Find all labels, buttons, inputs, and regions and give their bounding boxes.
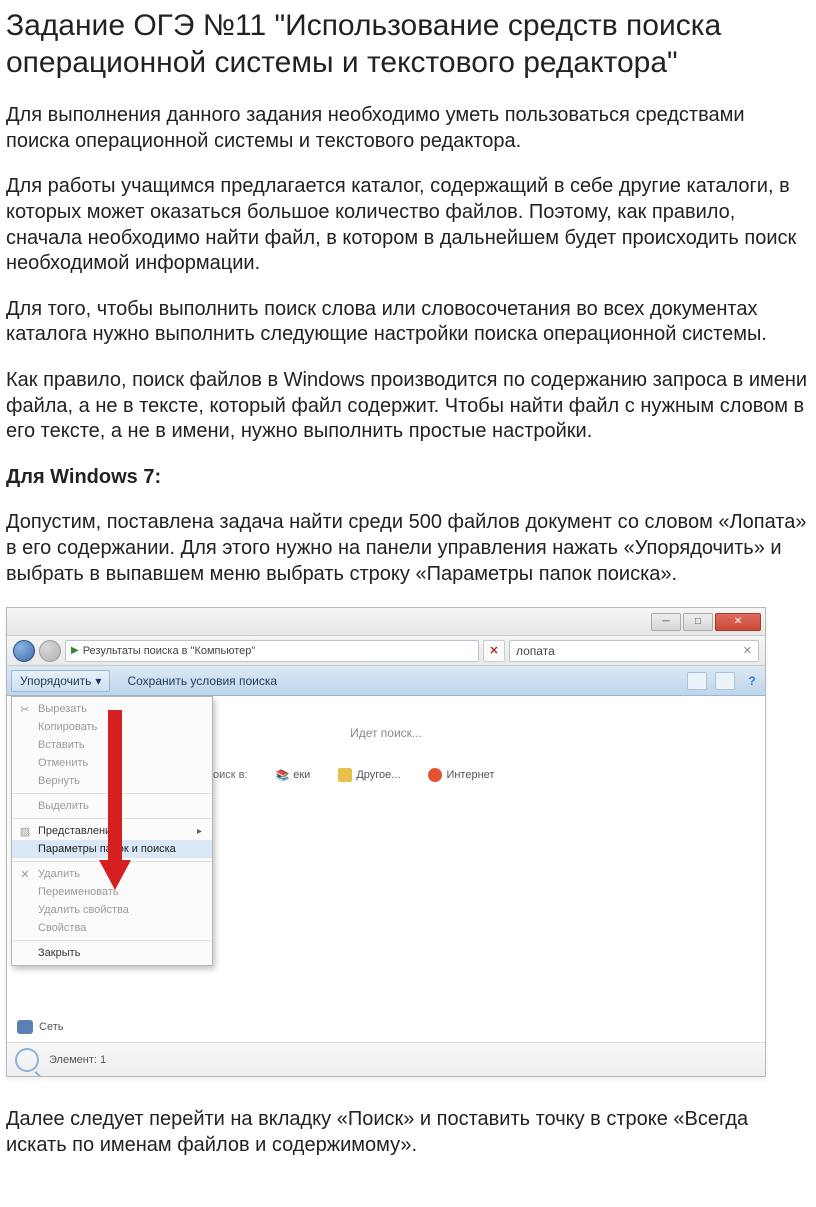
paragraph: Для работы учащимся предлагается каталог… [6, 174, 810, 276]
toolbar: Упорядочить ▾ Сохранить условия поиска ? [7, 666, 765, 696]
search-input[interactable]: лопата ✕ [509, 640, 759, 662]
menu-remove-props[interactable]: Удалить свойства [12, 901, 212, 919]
searching-label: Идет поиск... [350, 726, 422, 740]
clear-icon[interactable]: ✕ [743, 644, 752, 657]
folder-icon [338, 768, 352, 782]
maximize-button[interactable]: □ [683, 613, 713, 631]
paragraph: Для выполнения данного задания необходим… [6, 103, 810, 154]
delete-icon: ✕ [18, 868, 32, 881]
breadcrumb-label: Результаты поиска в "Компьютер" [83, 645, 256, 657]
save-search-button[interactable]: Сохранить условия поиска [118, 670, 286, 692]
explorer-window: ─ □ ✕ ▶ Результаты поиска в "Компьютер" … [6, 607, 766, 1077]
heading-windows7: Для Windows 7: [6, 465, 810, 491]
chevron-down-icon: ▾ [95, 674, 101, 688]
forward-button[interactable] [39, 640, 61, 662]
menu-delete[interactable]: ✕Удалить [12, 865, 212, 883]
magnifier-icon [15, 1048, 39, 1072]
submenu-arrow-icon: ▸ [197, 826, 202, 837]
internet-icon [428, 768, 442, 782]
paragraph: Для того, чтобы выполнить поиск слова ил… [6, 297, 810, 348]
scope-other[interactable]: Другое... [338, 768, 400, 782]
organize-button[interactable]: Упорядочить ▾ [11, 670, 110, 692]
menu-paste[interactable]: Вставить [12, 736, 212, 754]
menu-undo[interactable]: Отменить [12, 754, 212, 772]
menu-copy[interactable]: Копировать [12, 718, 212, 736]
page-title: Задание ОГЭ №11 "Использование средств п… [6, 8, 810, 81]
stop-button[interactable]: ✕ [483, 640, 505, 662]
paragraph: Далее следует перейти на вкладку «Поиск»… [6, 1107, 810, 1158]
scope-libraries[interactable]: 📚 еки [276, 769, 311, 782]
scope-label: оиск в: [213, 769, 248, 781]
menu-view[interactable]: ▧Представление▸ [12, 822, 212, 840]
window-titlebar: ─ □ ✕ [7, 608, 765, 636]
paragraph: Допустим, поставлена задача найти среди … [6, 510, 810, 587]
status-text: Элемент: 1 [49, 1054, 106, 1066]
help-icon[interactable]: ? [743, 674, 761, 688]
menu-close[interactable]: Закрыть [12, 944, 212, 962]
minimize-button[interactable]: ─ [651, 613, 681, 631]
close-button[interactable]: ✕ [715, 613, 761, 631]
organize-menu: ✂Вырезать Копировать Вставить Отменить В… [11, 696, 213, 966]
libraries-icon: 📚 [276, 769, 290, 782]
cut-icon: ✂ [18, 703, 32, 716]
paragraph: Как правило, поиск файлов в Windows прои… [6, 368, 810, 445]
view-icon: ▧ [18, 825, 32, 838]
menu-select[interactable]: Выделить [12, 797, 212, 815]
search-scope-row: оиск в: 📚 еки Другое... Интернет [213, 768, 494, 782]
content-area: Идет поиск... оиск в: 📚 еки Другое... Ин… [7, 696, 765, 1076]
sidebar-network[interactable]: Сеть [17, 1020, 63, 1034]
view-icon[interactable] [687, 672, 707, 690]
breadcrumb[interactable]: ▶ Результаты поиска в "Компьютер" [65, 640, 479, 662]
menu-redo[interactable]: Вернуть [12, 772, 212, 790]
scope-internet[interactable]: Интернет [428, 768, 494, 782]
status-bar: Элемент: 1 [7, 1042, 765, 1076]
organize-label: Упорядочить [20, 674, 91, 688]
folder-icon: ▶ [71, 645, 79, 656]
search-value: лопата [516, 644, 555, 658]
address-bar: ▶ Результаты поиска в "Компьютер" ✕ лопа… [7, 636, 765, 666]
menu-folder-options[interactable]: Параметры папок и поиска [12, 840, 212, 858]
menu-cut[interactable]: ✂Вырезать [12, 700, 212, 718]
menu-properties[interactable]: Свойства [12, 919, 212, 937]
back-button[interactable] [13, 640, 35, 662]
network-icon [17, 1020, 33, 1034]
menu-rename[interactable]: Переименовать [12, 883, 212, 901]
pane-icon[interactable] [715, 672, 735, 690]
